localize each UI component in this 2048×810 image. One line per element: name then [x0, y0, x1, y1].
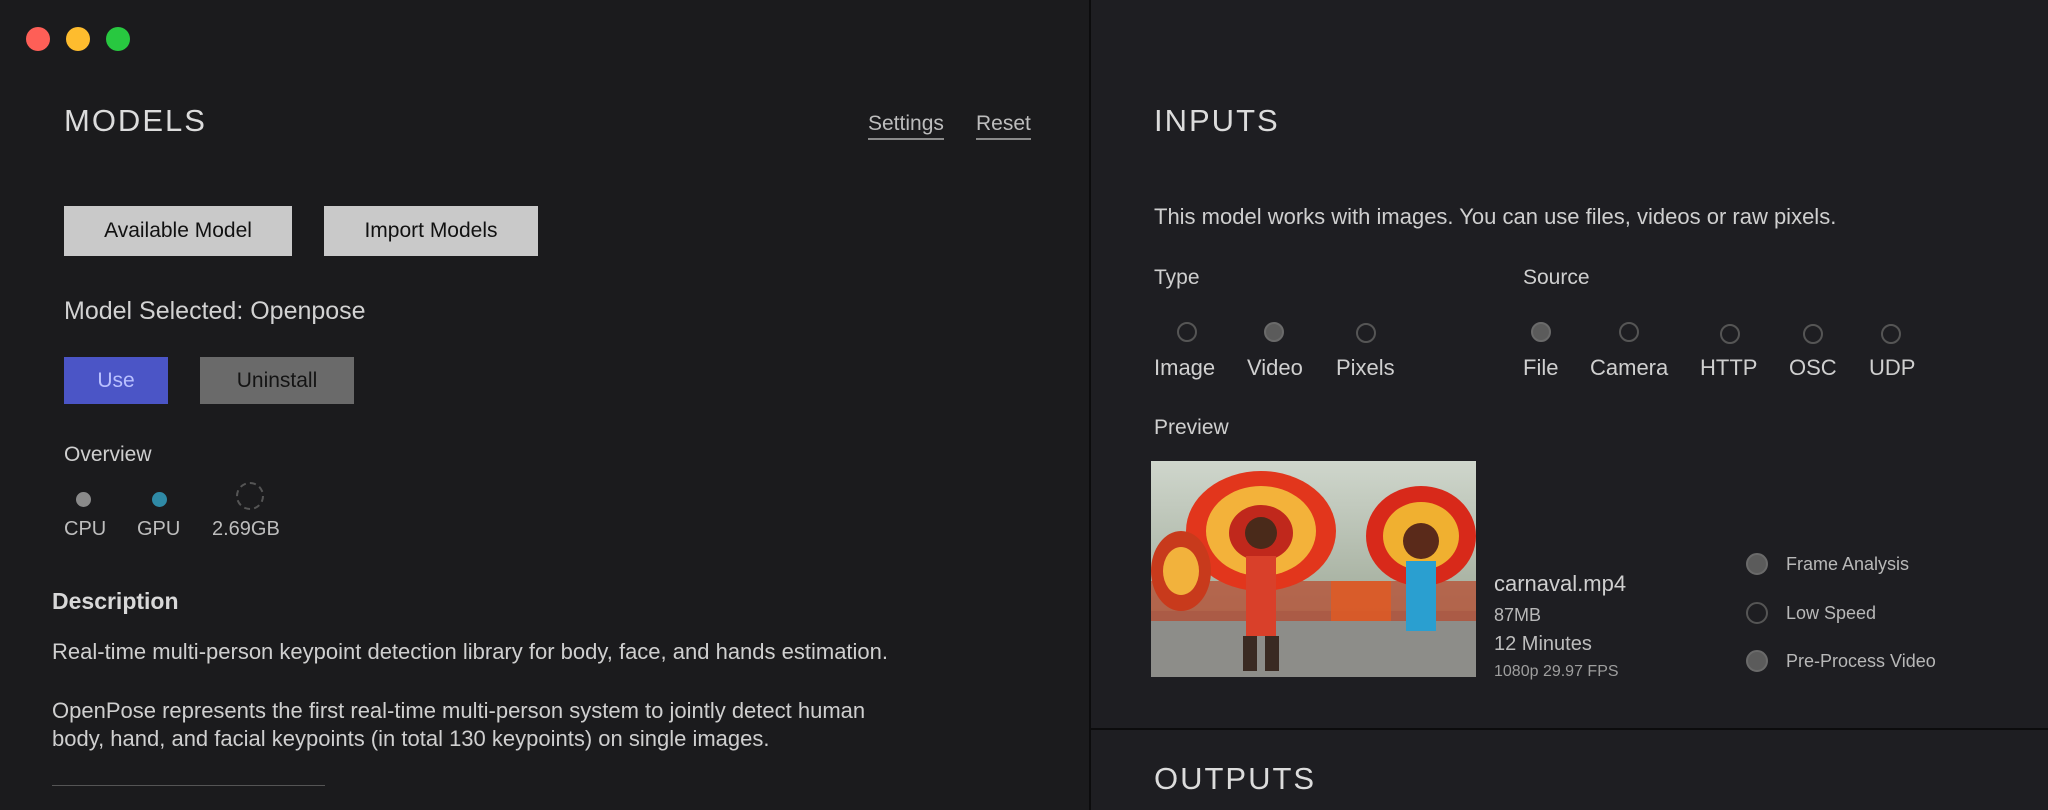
description-heading: Description	[52, 588, 179, 614]
inputs-outputs-divider	[1091, 728, 2048, 730]
model-selected-label: Model Selected: Openpose	[64, 297, 366, 325]
low-speed-label: Low Speed	[1786, 603, 1877, 623]
carnival-image	[1151, 461, 1476, 677]
settings-link[interactable]: Settings	[868, 112, 944, 140]
source-label: Source	[1523, 266, 1590, 289]
pre-process-video-radio[interactable]	[1746, 650, 1768, 672]
type-pixels-label: Pixels	[1336, 355, 1395, 380]
type-video-radio[interactable]	[1264, 322, 1284, 342]
source-osc-radio[interactable]	[1803, 324, 1823, 344]
source-http-label: HTTP	[1700, 355, 1758, 380]
frame-analysis-label: Frame Analysis	[1786, 554, 1910, 574]
inputs-intro-text: This model works with images. You can us…	[1154, 204, 1837, 229]
type-video-label: Video	[1247, 355, 1303, 380]
minimize-window-button[interactable]	[66, 27, 90, 51]
source-udp-label: UDP	[1869, 355, 1916, 380]
source-file-radio[interactable]	[1531, 322, 1551, 342]
description-text-1: Real-time multi-person keypoint detectio…	[52, 639, 889, 664]
source-osc-label: OSC	[1789, 355, 1837, 380]
storage-indicator-icon	[236, 482, 264, 510]
video-preview-thumbnail[interactable]	[1151, 461, 1476, 677]
source-file-label: File	[1523, 355, 1559, 380]
frame-analysis-radio[interactable]	[1746, 553, 1768, 575]
type-pixels-radio[interactable]	[1356, 323, 1376, 343]
file-name: carnaval.mp4	[1494, 571, 1627, 596]
uninstall-button[interactable]: Uninstall	[200, 357, 354, 404]
source-udp-radio[interactable]	[1881, 324, 1901, 344]
cpu-indicator-icon	[76, 492, 91, 507]
overview-label: Overview	[64, 443, 152, 466]
cpu-label: CPU	[64, 518, 107, 540]
source-http-radio[interactable]	[1720, 324, 1740, 344]
app-window: MODELS Settings Reset Available Model Im…	[0, 0, 2048, 810]
zoom-window-button[interactable]	[106, 27, 130, 51]
models-title: MODELS	[64, 103, 207, 138]
type-image-label: Image	[1154, 355, 1216, 380]
import-models-button[interactable]: Import Models	[324, 206, 538, 256]
preview-label: Preview	[1154, 416, 1229, 439]
reset-link[interactable]: Reset	[976, 112, 1031, 140]
description-divider	[52, 785, 325, 786]
file-duration: 12 Minutes	[1494, 633, 1592, 655]
pre-process-video-label: Pre-Process Video	[1786, 651, 1936, 671]
type-label: Type	[1154, 266, 1200, 289]
outputs-title: OUTPUTS	[1154, 761, 1317, 796]
use-button[interactable]: Use	[64, 357, 168, 404]
file-size: 87MB	[1494, 605, 1542, 625]
available-model-button[interactable]: Available Model	[64, 206, 292, 256]
low-speed-radio[interactable]	[1746, 602, 1768, 624]
description-text-2a: OpenPose represents the first real-time …	[52, 698, 866, 723]
models-panel: MODELS Settings Reset Available Model Im…	[0, 0, 1089, 810]
type-image-radio[interactable]	[1177, 322, 1197, 342]
storage-label: 2.69GB	[212, 518, 280, 540]
source-camera-label: Camera	[1590, 355, 1669, 380]
description-text-2b: body, hand, and facial keypoints (in tot…	[52, 726, 770, 751]
inputs-title: INPUTS	[1154, 103, 1280, 138]
gpu-label: GPU	[137, 518, 181, 540]
file-format: 1080p 29.97 FPS	[1494, 663, 1619, 680]
close-window-button[interactable]	[26, 27, 50, 51]
source-camera-radio[interactable]	[1619, 322, 1639, 342]
gpu-indicator-icon	[152, 492, 167, 507]
